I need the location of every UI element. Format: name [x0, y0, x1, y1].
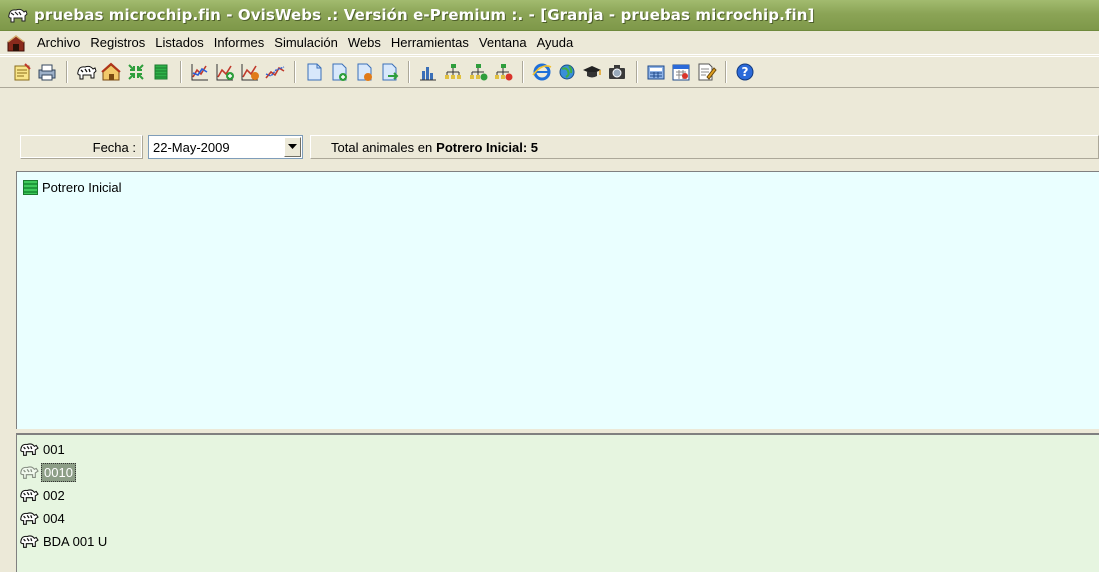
- ie-icon[interactable]: [530, 60, 554, 84]
- filter-row: Fecha : 22-May-2009 Total animales en Po…: [0, 129, 1099, 166]
- house-icon[interactable]: [99, 60, 123, 84]
- printer-icon[interactable]: [35, 60, 59, 84]
- toolbar-separator: [66, 61, 68, 83]
- toolbar-separator: [636, 61, 638, 83]
- potrero-item[interactable]: Potrero Inicial: [23, 180, 121, 195]
- menu-ventana[interactable]: Ventana: [474, 33, 532, 52]
- toolbar-separator: [180, 61, 182, 83]
- animal-list-item[interactable]: BDA 001 U: [19, 530, 109, 552]
- document-barn-icon[interactable]: [6, 34, 28, 52]
- bar-chart-icon[interactable]: [416, 60, 440, 84]
- toolbar-separator: [294, 61, 296, 83]
- doc-plus-icon[interactable]: [327, 60, 351, 84]
- doc-export-icon[interactable]: [377, 60, 401, 84]
- sheep-icon: [19, 486, 39, 504]
- animal-list-item[interactable]: 0010: [19, 461, 76, 483]
- animal-id-label: 004: [43, 510, 65, 526]
- help-icon[interactable]: ?: [733, 60, 757, 84]
- dropdown-arrow-icon[interactable]: [284, 137, 301, 157]
- graduation-icon[interactable]: [580, 60, 604, 84]
- animal-id-label: 002: [43, 487, 65, 503]
- line-chart-icon[interactable]: [263, 60, 287, 84]
- toolbar-separator: [522, 61, 524, 83]
- sheep-icon: [19, 463, 39, 481]
- menu-archivo[interactable]: Archivo: [32, 33, 85, 52]
- green-field-icon[interactable]: [149, 60, 173, 84]
- chart-icon[interactable]: [188, 60, 212, 84]
- window-title: pruebas microchip.fin - OvisWebs .: Vers…: [34, 6, 815, 24]
- sheep-app-icon[interactable]: [6, 5, 28, 25]
- sheep-icon[interactable]: [74, 60, 98, 84]
- menu-registros[interactable]: Registros: [85, 33, 150, 52]
- edit-icon[interactable]: [694, 60, 718, 84]
- date-value: 22-May-2009: [153, 139, 230, 155]
- shrink-icon[interactable]: [124, 60, 148, 84]
- tree-edit-icon[interactable]: [491, 60, 515, 84]
- total-value: Potrero Inicial: 5: [436, 139, 539, 155]
- doc-icon[interactable]: [302, 60, 326, 84]
- calendar-icon[interactable]: [669, 60, 693, 84]
- animal-list-item[interactable]: 002: [19, 484, 67, 506]
- menu-bar: Archivo Registros Listados Informes Simulaci…: [0, 31, 1099, 55]
- menu-webs[interactable]: Webs: [343, 33, 386, 52]
- menu-simulaci-n[interactable]: Simulación: [269, 33, 343, 52]
- total-animals-text: Total animales en Potrero Inicial: 5: [310, 135, 1099, 159]
- sheep-icon: [19, 440, 39, 458]
- animal-list-item[interactable]: 004: [19, 507, 67, 529]
- menu-informes[interactable]: Informes: [209, 33, 270, 52]
- chart-edit-icon[interactable]: [238, 60, 262, 84]
- potrero-label: Potrero Inicial: [42, 180, 122, 195]
- green-field-icon: [23, 180, 38, 195]
- fecha-label: Fecha :: [20, 135, 143, 159]
- total-prefix: Total animales en: [331, 139, 433, 155]
- globe-icon[interactable]: [555, 60, 579, 84]
- menu-listados[interactable]: Listados: [150, 33, 208, 52]
- svg-text:?: ?: [742, 65, 749, 79]
- animal-id-label: BDA 001 U: [43, 533, 108, 549]
- tree-icon[interactable]: [441, 60, 465, 84]
- camera-icon[interactable]: [605, 60, 629, 84]
- toolbar-separator: [408, 61, 410, 83]
- menu-herramientas[interactable]: Herramientas: [386, 33, 474, 52]
- toolbar-separator: [725, 61, 727, 83]
- notes-icon[interactable]: [10, 60, 34, 84]
- sheep-icon: [19, 532, 39, 550]
- animal-id-label: 001: [43, 441, 65, 457]
- animal-list[interactable]: 001 0010 002 004 BDA 001 U: [16, 433, 1099, 572]
- menu-items: Archivo Registros Listados Informes Simulaci…: [32, 33, 578, 52]
- potrero-list[interactable]: Potrero Inicial: [16, 171, 1099, 429]
- menu-ayuda[interactable]: Ayuda: [532, 33, 579, 52]
- animal-list-item[interactable]: 001: [19, 438, 67, 460]
- main-toolbar: ?: [0, 56, 1099, 88]
- doc-edit-icon[interactable]: [352, 60, 376, 84]
- date-combobox[interactable]: 22-May-2009: [148, 135, 303, 159]
- title-bar[interactable]: pruebas microchip.fin - OvisWebs .: Vers…: [0, 0, 1099, 31]
- calculator-icon[interactable]: [644, 60, 668, 84]
- animal-id-label: 0010: [41, 462, 76, 482]
- tree-plus-icon[interactable]: [466, 60, 490, 84]
- sheep-icon: [19, 509, 39, 527]
- chart-plus-icon[interactable]: [213, 60, 237, 84]
